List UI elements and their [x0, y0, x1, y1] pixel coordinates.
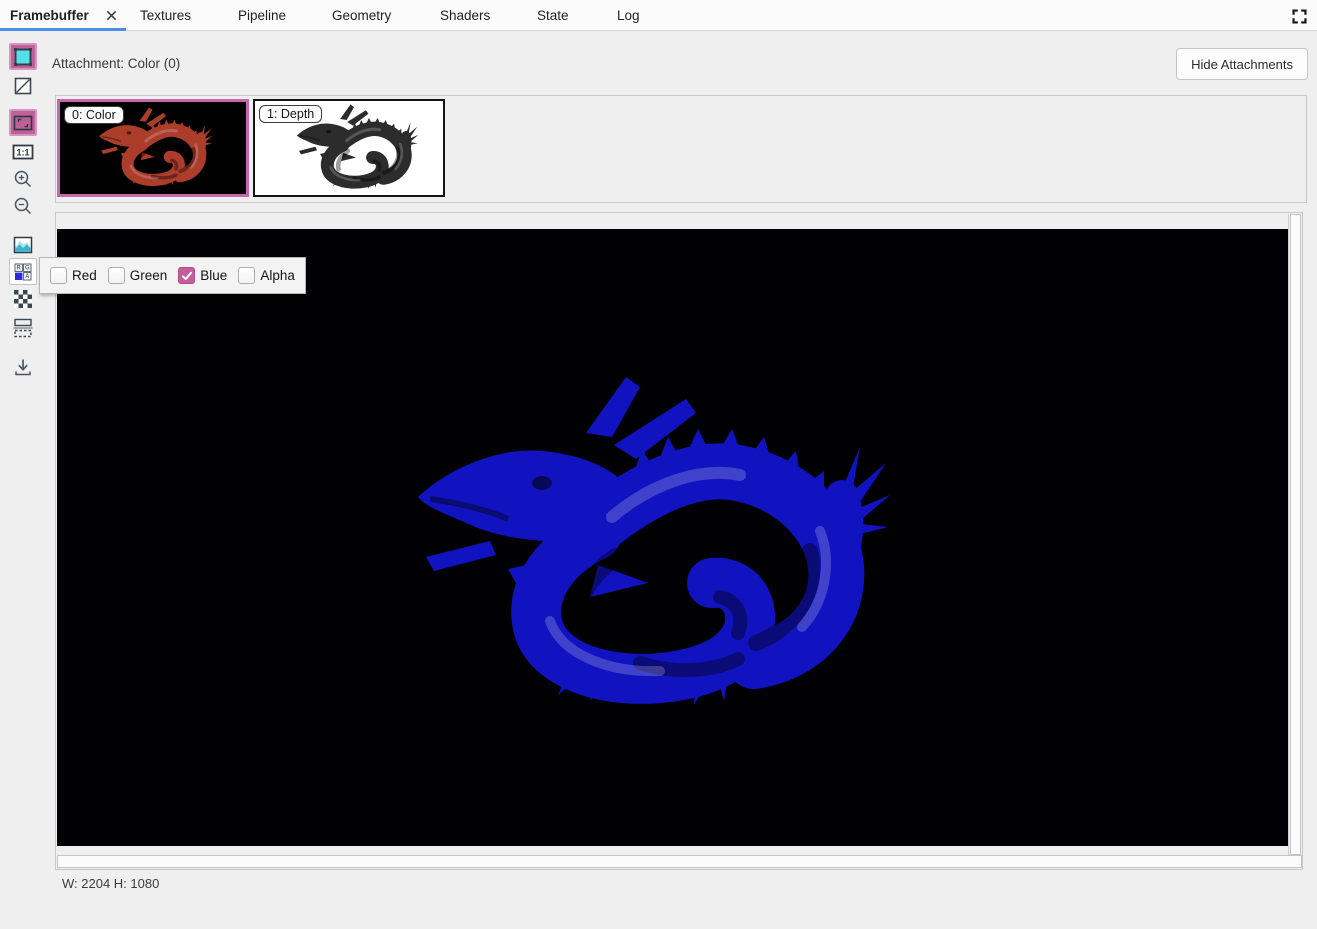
framebuffer-dimensions-status: W: 2204 H: 1080 [62, 876, 159, 891]
color-swatch-icon [12, 46, 34, 68]
tab-framebuffer[interactable]: Framebuffer [0, 0, 126, 31]
dragon-render-blue-channel [390, 371, 890, 721]
tab-geometry[interactable]: Geometry [332, 0, 391, 31]
green-checkbox[interactable] [108, 267, 125, 284]
image-overlay-button[interactable] [9, 231, 37, 258]
attachment-thumb-depth-label: 1: Depth [259, 105, 322, 123]
fit-rectangle-icon [12, 112, 34, 134]
tab-bar: Framebuffer Textures Pipeline Geometry S… [0, 0, 1317, 31]
vertical-scrollbar-thumb[interactable] [1290, 214, 1301, 855]
svg-text:A: A [25, 274, 30, 280]
channel-red[interactable]: Red [50, 267, 97, 284]
tab-log-label: Log [617, 8, 640, 23]
flip-vertical-button[interactable] [9, 313, 37, 340]
fullscreen-icon[interactable] [1288, 6, 1310, 26]
image-icon [12, 234, 34, 256]
background-color-swatch-button[interactable] [9, 43, 37, 70]
svg-text:1:1: 1:1 [16, 147, 29, 157]
channel-green[interactable]: Green [108, 267, 168, 284]
diagonal-square-icon [12, 75, 34, 97]
hide-attachments-button[interactable]: Hide Attachments [1176, 48, 1308, 80]
svg-text:R: R [17, 265, 22, 271]
vertical-scrollbar[interactable] [1288, 214, 1301, 855]
save-image-button[interactable] [9, 353, 37, 380]
alpha-checkbox-label: Alpha [260, 268, 295, 283]
fit-to-window-button[interactable] [9, 109, 37, 136]
tab-textures-label: Textures [140, 8, 191, 23]
green-checkbox-label: Green [130, 268, 168, 283]
tab-textures[interactable]: Textures [140, 0, 191, 31]
red-checkbox-label: Red [72, 268, 97, 283]
checkerboard-background-button[interactable] [9, 285, 37, 312]
tab-shaders-label: Shaders [440, 8, 490, 23]
attachment-label: Attachment: Color (0) [52, 56, 180, 71]
tab-log[interactable]: Log [617, 0, 640, 31]
attachment-thumb-color[interactable]: 0: Color [57, 99, 249, 197]
alpha-checkbox[interactable] [238, 267, 255, 284]
download-icon [12, 356, 34, 378]
one-to-one-icon: 1:1 [11, 141, 35, 163]
tab-geometry-label: Geometry [332, 8, 391, 23]
channel-alpha[interactable]: Alpha [238, 267, 295, 284]
tab-pipeline-label: Pipeline [238, 8, 286, 23]
framebuffer-viewport-frame [55, 212, 1303, 870]
alpha-background-button[interactable] [9, 72, 37, 99]
tab-pipeline[interactable]: Pipeline [238, 0, 286, 31]
red-checkbox[interactable] [50, 267, 67, 284]
actual-size-button[interactable]: 1:1 [9, 138, 37, 165]
zoom-in-button[interactable] [9, 165, 37, 192]
zoom-in-icon [12, 168, 34, 190]
blue-checkbox-label: Blue [200, 268, 227, 283]
tab-framebuffer-label: Framebuffer [10, 8, 89, 23]
attachments-strip: 0: Color 1: Depth [55, 95, 1307, 203]
tab-state[interactable]: State [537, 0, 569, 31]
channel-blue[interactable]: Blue [178, 267, 227, 284]
rgba-channels-icon: R G A [13, 262, 33, 282]
channels-button[interactable]: R G A [9, 258, 37, 285]
blue-checkbox[interactable] [178, 267, 195, 284]
attachment-thumb-color-label: 0: Color [64, 106, 124, 124]
checkerboard-icon [13, 289, 33, 309]
active-tab-underline [0, 28, 126, 31]
tab-shaders[interactable]: Shaders [440, 0, 490, 31]
zoom-out-icon [12, 195, 34, 217]
horizontal-scrollbar[interactable] [57, 855, 1302, 868]
close-icon[interactable] [103, 7, 120, 24]
framebuffer-canvas[interactable] [57, 229, 1288, 846]
flip-vertical-icon [12, 316, 34, 338]
svg-text:G: G [25, 265, 30, 271]
checkmark-icon [181, 270, 193, 282]
tab-state-label: State [537, 8, 569, 23]
attachment-thumb-depth[interactable]: 1: Depth [253, 99, 445, 197]
zoom-out-button[interactable] [9, 192, 37, 219]
channels-toolbar: Red Green Blue Alpha [39, 257, 306, 294]
